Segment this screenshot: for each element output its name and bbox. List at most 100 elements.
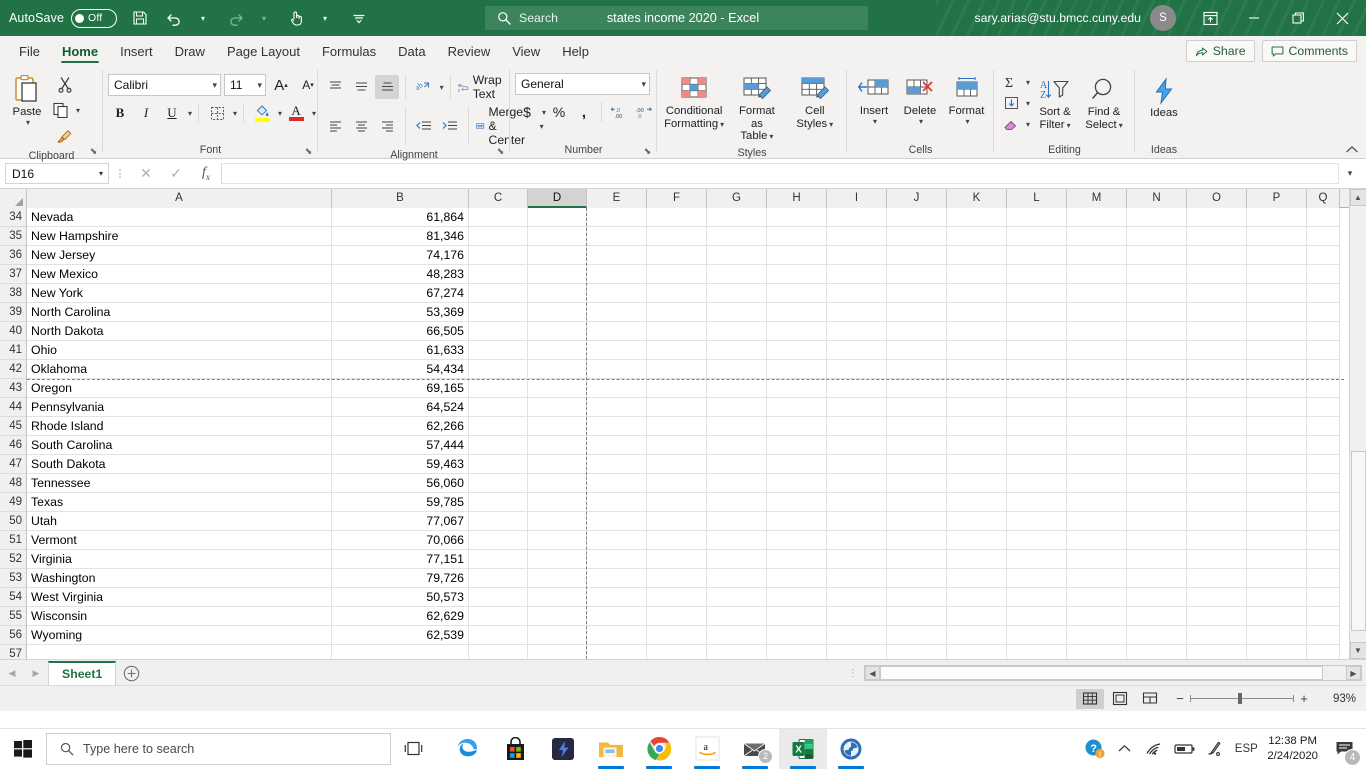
cell-H34[interactable] [767, 208, 827, 227]
row-header-36[interactable]: 36 [0, 246, 26, 265]
font-color-dropdown-icon[interactable]: ▾ [312, 109, 316, 118]
cell-O37[interactable] [1187, 265, 1247, 284]
cell-G39[interactable] [707, 303, 767, 322]
cell-Q53[interactable] [1307, 569, 1340, 588]
cell-I56[interactable] [827, 626, 887, 645]
cell-I41[interactable] [827, 341, 887, 360]
cell-Q41[interactable] [1307, 341, 1340, 360]
middle-align-button[interactable] [349, 75, 373, 99]
edge-icon[interactable] [443, 729, 491, 769]
cell-D50[interactable] [528, 512, 587, 531]
cell-K37[interactable] [947, 265, 1007, 284]
share-button[interactable]: Share [1186, 40, 1255, 62]
cell-J41[interactable] [887, 341, 947, 360]
cell-G53[interactable] [707, 569, 767, 588]
column-header-l[interactable]: L [1007, 189, 1067, 208]
find-select-button[interactable]: Find & Select▾ [1080, 71, 1128, 133]
cell-P35[interactable] [1247, 227, 1307, 246]
column-header-c[interactable]: C [469, 189, 528, 208]
cell-F55[interactable] [647, 607, 707, 626]
cell-N50[interactable] [1127, 512, 1187, 531]
percent-style-button[interactable]: % [547, 100, 571, 124]
cell-G50[interactable] [707, 512, 767, 531]
add-sheet-button[interactable] [116, 661, 146, 685]
cell-M41[interactable] [1067, 341, 1127, 360]
bottom-align-button[interactable] [375, 75, 399, 99]
cell-J44[interactable] [887, 398, 947, 417]
cell-K56[interactable] [947, 626, 1007, 645]
column-header-f[interactable]: F [647, 189, 707, 208]
cell-C51[interactable] [469, 531, 528, 550]
cell-O56[interactable] [1187, 626, 1247, 645]
cell-G54[interactable] [707, 588, 767, 607]
cell-B36[interactable]: 74,176 [332, 246, 469, 265]
cell-J39[interactable] [887, 303, 947, 322]
cell-M46[interactable] [1067, 436, 1127, 455]
tab-view[interactable]: View [501, 41, 551, 65]
cell-L42[interactable] [1007, 360, 1067, 379]
cell-A43[interactable]: Oregon [27, 379, 332, 398]
cell-O46[interactable] [1187, 436, 1247, 455]
cell-B40[interactable]: 66,505 [332, 322, 469, 341]
cell-D34[interactable] [528, 208, 587, 227]
cell-G49[interactable] [707, 493, 767, 512]
cell-B41[interactable]: 61,633 [332, 341, 469, 360]
cell-L41[interactable] [1007, 341, 1067, 360]
cell-O49[interactable] [1187, 493, 1247, 512]
cell-styles-button[interactable]: Cell Styles▾ [788, 70, 842, 132]
enter-icon[interactable]: ✓ [161, 165, 191, 182]
cell-C52[interactable] [469, 550, 528, 569]
cell-N39[interactable] [1127, 303, 1187, 322]
cell-O53[interactable] [1187, 569, 1247, 588]
clipboard-dialog-launcher[interactable]: ⬊ [88, 146, 99, 157]
cell-N38[interactable] [1127, 284, 1187, 303]
cell-L53[interactable] [1007, 569, 1067, 588]
decrease-indent-button[interactable] [412, 114, 436, 138]
cell-Q42[interactable] [1307, 360, 1340, 379]
bold-button[interactable]: B [108, 101, 132, 125]
cell-J51[interactable] [887, 531, 947, 550]
format-as-table-button[interactable]: Format as Table▾ [728, 70, 785, 145]
cell-P41[interactable] [1247, 341, 1307, 360]
cell-D42[interactable] [528, 360, 587, 379]
cell-J43[interactable] [887, 379, 947, 398]
cell-K44[interactable] [947, 398, 1007, 417]
amazon-icon[interactable]: a [683, 729, 731, 769]
clock[interactable]: 12:38 PM 2/24/2020 [1263, 734, 1326, 763]
cell-L50[interactable] [1007, 512, 1067, 531]
font-color-button[interactable]: A [284, 101, 308, 125]
cell-N41[interactable] [1127, 341, 1187, 360]
cell-Q52[interactable] [1307, 550, 1340, 569]
cell-E50[interactable] [587, 512, 647, 531]
cell-P47[interactable] [1247, 455, 1307, 474]
cell-C37[interactable] [469, 265, 528, 284]
conditional-formatting-button[interactable]: Conditional Formatting▾ [662, 70, 726, 132]
cell-H36[interactable] [767, 246, 827, 265]
cell-E56[interactable] [587, 626, 647, 645]
cell-H56[interactable] [767, 626, 827, 645]
clear-button[interactable] [999, 114, 1023, 134]
scroll-left-button[interactable]: ◀ [865, 666, 880, 680]
accounting-format-button[interactable]: $ [515, 100, 539, 124]
cell-P34[interactable] [1247, 208, 1307, 227]
comma-style-button[interactable]: , [572, 100, 596, 124]
cell-J37[interactable] [887, 265, 947, 284]
touch-mode-icon[interactable] [282, 3, 310, 33]
cell-B43[interactable]: 69,165 [332, 379, 469, 398]
zoom-out-button[interactable]: − [1170, 691, 1190, 706]
cell-styles-dropdown-icon[interactable]: ▾ [829, 120, 833, 129]
next-sheet-icon[interactable]: ▶ [24, 661, 48, 685]
row-header-43[interactable]: 43 [0, 379, 26, 398]
cell-M42[interactable] [1067, 360, 1127, 379]
cell-K45[interactable] [947, 417, 1007, 436]
cell-J53[interactable] [887, 569, 947, 588]
cell-M56[interactable] [1067, 626, 1127, 645]
cell-J45[interactable] [887, 417, 947, 436]
cell-D49[interactable] [528, 493, 587, 512]
row-header-51[interactable]: 51 [0, 531, 26, 550]
cell-L56[interactable] [1007, 626, 1067, 645]
cell-H37[interactable] [767, 265, 827, 284]
cell-P51[interactable] [1247, 531, 1307, 550]
cell-H35[interactable] [767, 227, 827, 246]
cell-M54[interactable] [1067, 588, 1127, 607]
